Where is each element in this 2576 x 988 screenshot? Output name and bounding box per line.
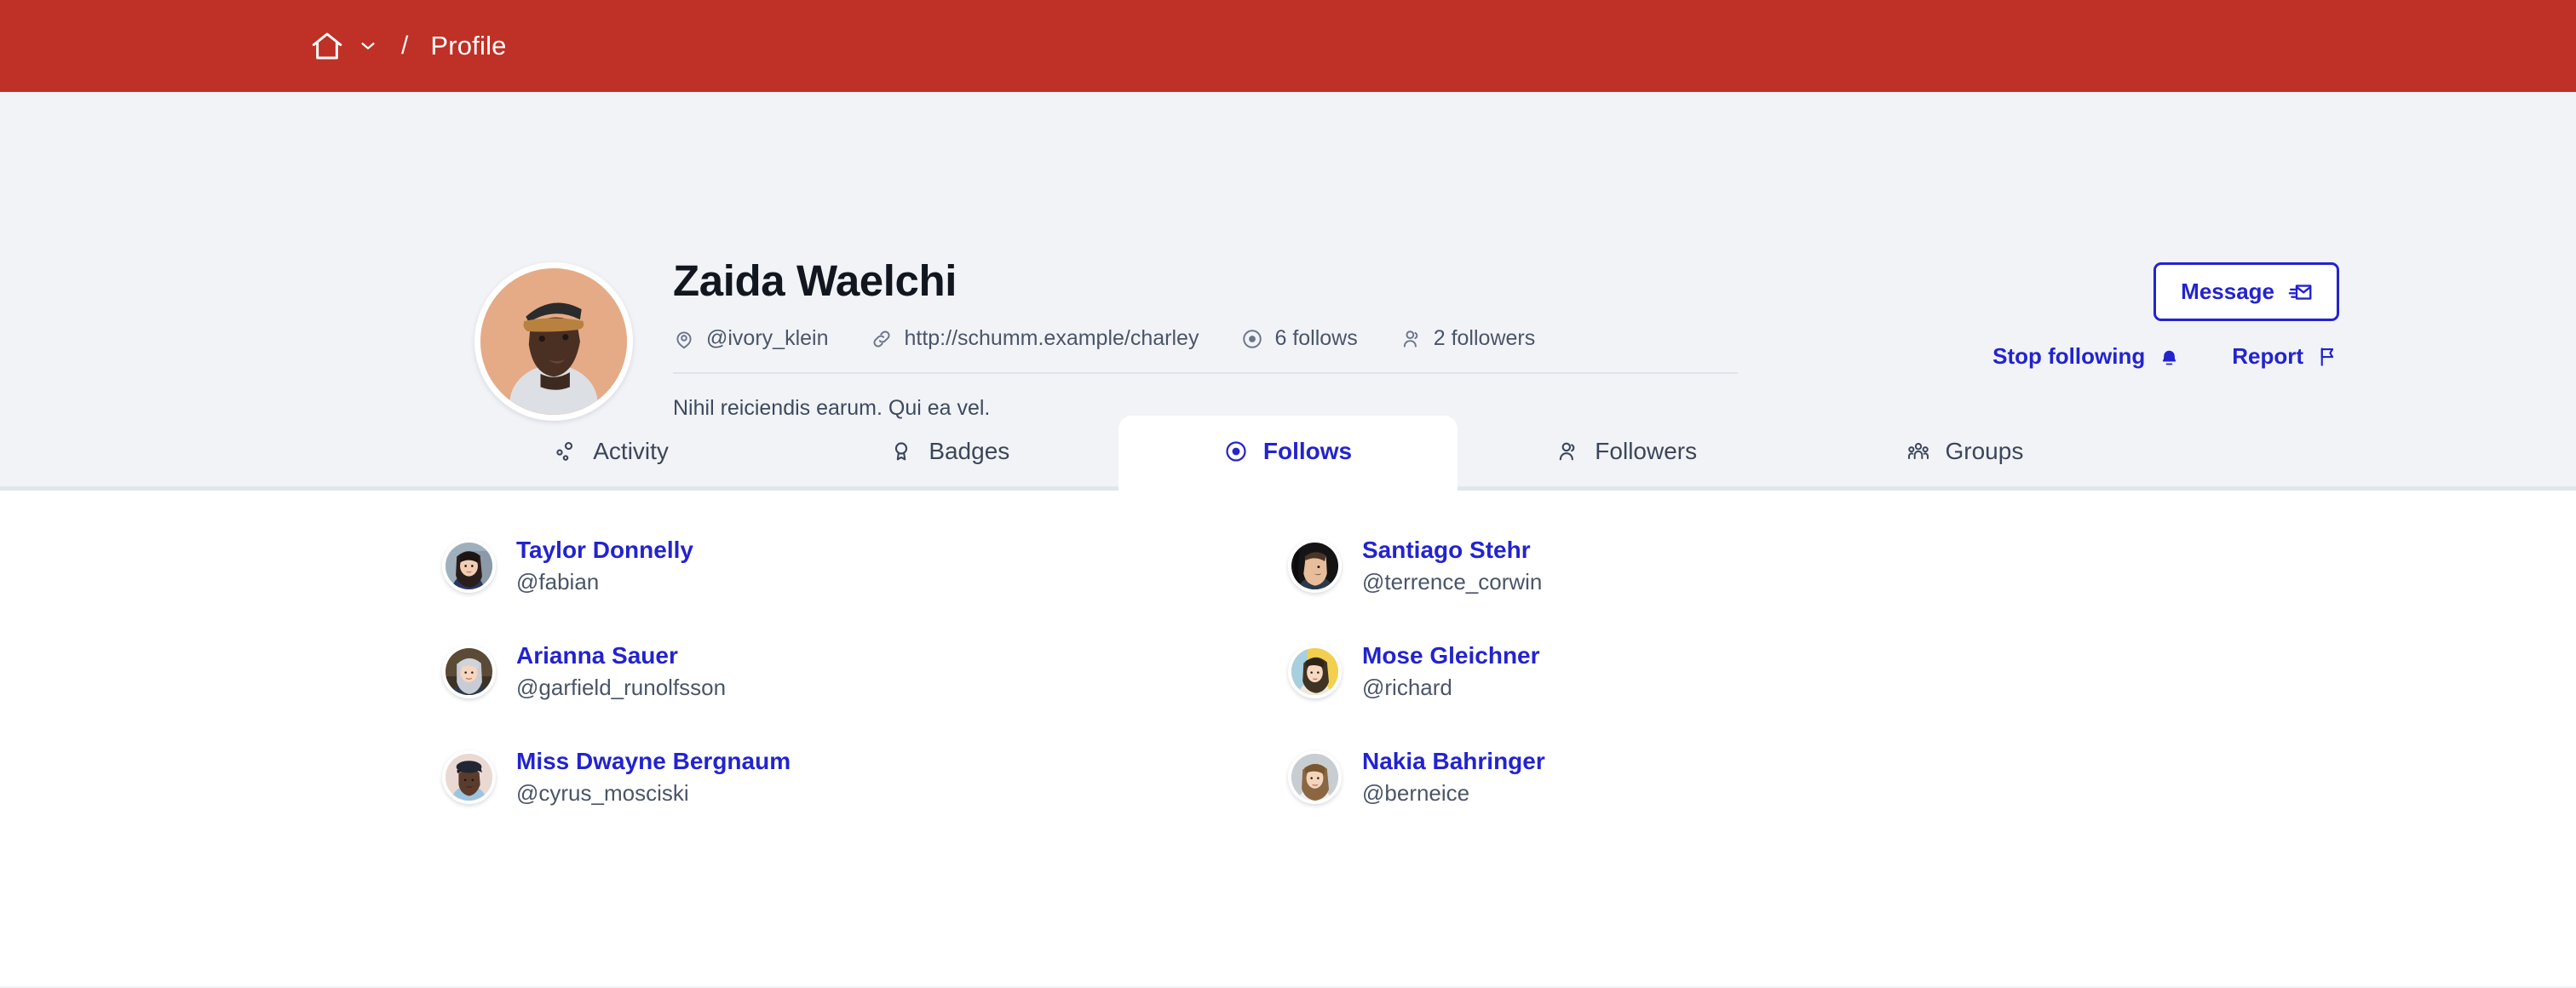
person-name[interactable]: Miss Dwayne Bergnaum [516, 746, 791, 777]
stop-following-button[interactable]: Stop following [1992, 343, 2181, 370]
avatar [1288, 750, 1342, 804]
avatar [442, 644, 496, 698]
person-name[interactable]: Mose Gleichner [1362, 640, 1540, 671]
avatar-image [474, 262, 633, 421]
list-item[interactable]: Santiago Stehr @terrence_corwin [1288, 535, 2134, 596]
person-handle: @richard [1362, 674, 1452, 700]
report-button[interactable]: Report [2232, 343, 2339, 370]
profile-header: Zaida Waelchi @ivory_klein http://schumm… [0, 92, 2576, 421]
tab-groups-label: Groups [1945, 437, 2024, 464]
award-icon [889, 439, 913, 463]
home-breadcrumb-button[interactable] [309, 28, 377, 64]
avatar [1288, 644, 1342, 698]
share-nodes-icon [554, 439, 578, 463]
target-icon [1224, 439, 1248, 463]
home-icon [309, 28, 345, 64]
profile-tabs: Activity Badges Follows Followers Groups [0, 416, 2576, 491]
link-icon [871, 328, 893, 350]
profile-website-text: http://schumm.example/charley [904, 326, 1199, 350]
send-mail-icon [2288, 279, 2314, 305]
avatar [442, 538, 496, 593]
follows-grid: Taylor Donnelly @fabian Santiago Stehr @… [442, 535, 2134, 807]
followers-count-text: 2 followers [1433, 326, 1536, 350]
person-name[interactable]: Nakia Bahringer [1362, 746, 1545, 777]
profile-meta: @ivory_klein http://schumm.example/charl… [673, 326, 1742, 351]
list-item[interactable]: Mose Gleichner @richard [1288, 640, 2134, 702]
message-button-label: Message [2181, 279, 2274, 304]
message-button[interactable]: Message [2153, 262, 2339, 321]
person-handle: @berneice [1362, 780, 1470, 807]
user-icon [1400, 328, 1423, 350]
person-name[interactable]: Santiago Stehr [1362, 535, 1542, 566]
target-icon [1241, 328, 1263, 350]
tab-follows-label: Follows [1262, 437, 1353, 464]
avatar [442, 750, 496, 804]
profile-website[interactable]: http://schumm.example/charley [871, 326, 1199, 351]
follows-count: 6 follows [1241, 326, 1358, 351]
tab-badges[interactable]: Badges [780, 416, 1118, 486]
list-item[interactable]: Nakia Bahringer @berneice [1288, 746, 2134, 807]
users-group-icon [1906, 439, 1930, 463]
avatar [1288, 538, 1342, 593]
tab-follows[interactable]: Follows [1118, 416, 1458, 491]
profile-handle: @ivory_klein [673, 326, 828, 351]
chevron-down-icon[interactable] [359, 37, 377, 55]
tab-activity[interactable]: Activity [442, 416, 780, 486]
person-handle: @fabian [516, 568, 600, 595]
followers-count: 2 followers [1400, 326, 1536, 351]
follows-panel: Taylor Donnelly @fabian Santiago Stehr @… [0, 491, 2576, 986]
breadcrumb-current-page: Profile [430, 31, 507, 60]
tab-badges-label: Badges [929, 437, 1010, 464]
tab-activity-label: Activity [593, 437, 669, 464]
breadcrumb-separator: / [401, 32, 409, 60]
list-item[interactable]: Miss Dwayne Bergnaum @cyrus_mosciski [442, 746, 1288, 807]
flag-icon [2316, 345, 2339, 368]
bell-icon [2158, 345, 2181, 368]
user-icon [1555, 439, 1579, 463]
profile-divider [673, 372, 1738, 374]
profile-actions: Message Stop following Report [1992, 262, 2339, 370]
list-item[interactable]: Arianna Sauer @garfield_runolfsson [442, 640, 1288, 702]
stop-following-label: Stop following [1992, 343, 2146, 369]
profile-handle-text: @ivory_klein [706, 326, 829, 350]
tab-followers-label: Followers [1595, 437, 1698, 464]
follows-count-text: 6 follows [1274, 326, 1358, 350]
user-circle-icon [673, 328, 695, 350]
person-handle: @garfield_runolfsson [516, 674, 727, 700]
breadcrumb-bar: / Profile [0, 0, 2576, 92]
profile-avatar [474, 262, 633, 421]
tab-followers[interactable]: Followers [1458, 416, 1796, 486]
person-handle: @terrence_corwin [1362, 568, 1543, 595]
list-item[interactable]: Taylor Donnelly @fabian [442, 535, 1288, 596]
tab-groups[interactable]: Groups [1796, 416, 2134, 486]
person-name[interactable]: Arianna Sauer [516, 640, 726, 671]
person-handle: @cyrus_mosciski [516, 780, 689, 807]
person-name[interactable]: Taylor Donnelly [516, 535, 693, 566]
report-label: Report [2232, 343, 2303, 369]
page-title: Zaida Waelchi [673, 256, 957, 305]
